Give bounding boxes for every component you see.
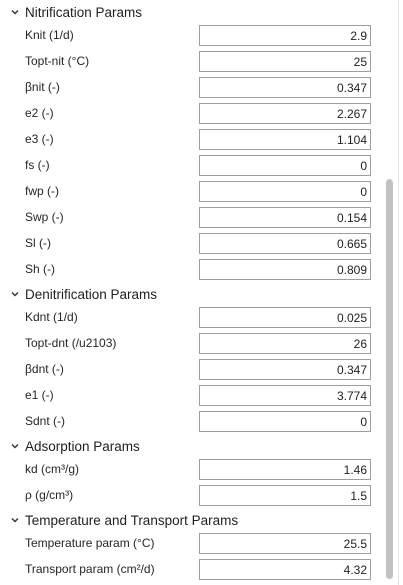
section-header-adsorption[interactable]: Adsorption Params bbox=[0, 435, 381, 457]
param-input-sh[interactable] bbox=[199, 259, 371, 280]
scrollbar-thumb[interactable] bbox=[386, 179, 393, 579]
param-list-adsorption: kd (cm³/g) ρ (g/cm³) bbox=[0, 457, 381, 509]
param-row-sh: Sh (-) bbox=[0, 257, 381, 283]
param-label: kd (cm³/g) bbox=[25, 462, 79, 476]
param-row-topt-dnt: Topt-dnt (/u2103) bbox=[0, 331, 381, 357]
param-label: βdnt (-) bbox=[25, 362, 64, 376]
param-label: fwp (-) bbox=[25, 184, 59, 198]
parameter-panel: Nitrification Params Knit (1/d) Topt-nit… bbox=[0, 0, 381, 585]
param-input-e2[interactable] bbox=[199, 103, 371, 124]
param-input-topt-dnt[interactable] bbox=[199, 333, 371, 354]
param-label: βnit (-) bbox=[25, 80, 60, 94]
param-label: Topt-nit (°C) bbox=[25, 54, 90, 68]
param-row-topt-nit: Topt-nit (°C) bbox=[0, 49, 381, 75]
section-header-denitrification[interactable]: Denitrification Params bbox=[0, 283, 381, 305]
param-row-beta-nit: βnit (-) bbox=[0, 75, 381, 101]
param-label: Kdnt (1/d) bbox=[25, 310, 78, 324]
param-label: ρ (g/cm³) bbox=[25, 488, 74, 502]
param-label: Topt-dnt (/u2103) bbox=[25, 336, 117, 350]
param-label: e3 (-) bbox=[25, 132, 54, 146]
param-input-swp[interactable] bbox=[199, 207, 371, 228]
param-row-fs: fs (-) bbox=[0, 153, 381, 179]
param-input-fs[interactable] bbox=[199, 155, 371, 176]
param-label: Temperature param (°C) bbox=[25, 536, 155, 550]
section-header-temperature-transport[interactable]: Temperature and Transport Params bbox=[0, 509, 381, 531]
param-input-topt-nit[interactable] bbox=[199, 51, 371, 72]
chevron-down-icon bbox=[10, 289, 20, 299]
param-row-e1: e1 (-) bbox=[0, 383, 381, 409]
param-input-transport[interactable] bbox=[199, 559, 371, 580]
param-label: Sdnt (-) bbox=[25, 414, 66, 428]
param-row-beta-dnt: βdnt (-) bbox=[0, 357, 381, 383]
param-label: Sh (-) bbox=[25, 262, 55, 276]
param-input-kd[interactable] bbox=[199, 459, 371, 480]
param-label: Sl (-) bbox=[25, 236, 51, 250]
param-row-e2: e2 (-) bbox=[0, 101, 381, 127]
section-title: Adsorption Params bbox=[25, 438, 140, 454]
param-input-e3[interactable] bbox=[199, 129, 371, 150]
param-label: fs (-) bbox=[25, 158, 50, 172]
param-row-rho: ρ (g/cm³) bbox=[0, 483, 381, 509]
param-label: Knit (1/d) bbox=[25, 28, 74, 42]
param-input-rho[interactable] bbox=[199, 485, 371, 506]
param-row-kdnt: Kdnt (1/d) bbox=[0, 305, 381, 331]
param-label: Swp (-) bbox=[25, 210, 64, 224]
param-input-beta-nit[interactable] bbox=[199, 77, 371, 98]
param-row-kd: kd (cm³/g) bbox=[0, 457, 381, 483]
chevron-down-icon bbox=[10, 515, 20, 525]
param-row-sdnt: Sdnt (-) bbox=[0, 409, 381, 435]
param-input-fwp[interactable] bbox=[199, 181, 371, 202]
param-input-e1[interactable] bbox=[199, 385, 371, 406]
param-row-knit: Knit (1/d) bbox=[0, 23, 381, 49]
param-row-sl: Sl (-) bbox=[0, 231, 381, 257]
param-row-swp: Swp (-) bbox=[0, 205, 381, 231]
chevron-down-icon bbox=[10, 7, 20, 17]
param-label: Transport param (cm²/d) bbox=[25, 562, 155, 576]
param-list-nitrification: Knit (1/d) Topt-nit (°C) βnit (-) e2 (-)… bbox=[0, 23, 381, 283]
param-input-kdnt[interactable] bbox=[199, 307, 371, 328]
section-title: Denitrification Params bbox=[25, 286, 158, 302]
param-row-e3: e3 (-) bbox=[0, 127, 381, 153]
param-input-knit[interactable] bbox=[199, 25, 371, 46]
section-title: Nitrification Params bbox=[25, 4, 143, 20]
section-header-nitrification[interactable]: Nitrification Params bbox=[0, 1, 381, 23]
param-label: e1 (-) bbox=[25, 388, 54, 402]
panel-divider bbox=[398, 0, 399, 585]
param-input-beta-dnt[interactable] bbox=[199, 359, 371, 380]
param-input-sdnt[interactable] bbox=[199, 411, 371, 432]
param-list-denitrification: Kdnt (1/d) Topt-dnt (/u2103) βdnt (-) e1… bbox=[0, 305, 381, 435]
chevron-down-icon bbox=[10, 441, 20, 451]
param-input-temperature[interactable] bbox=[199, 533, 371, 554]
param-row-temperature: Temperature param (°C) bbox=[0, 531, 381, 557]
section-title: Temperature and Transport Params bbox=[25, 512, 239, 528]
param-input-sl[interactable] bbox=[199, 233, 371, 254]
param-row-transport: Transport param (cm²/d) bbox=[0, 557, 381, 583]
param-row-fwp: fwp (-) bbox=[0, 179, 381, 205]
param-list-temperature-transport: Temperature param (°C) Transport param (… bbox=[0, 531, 381, 583]
param-label: e2 (-) bbox=[25, 106, 54, 120]
